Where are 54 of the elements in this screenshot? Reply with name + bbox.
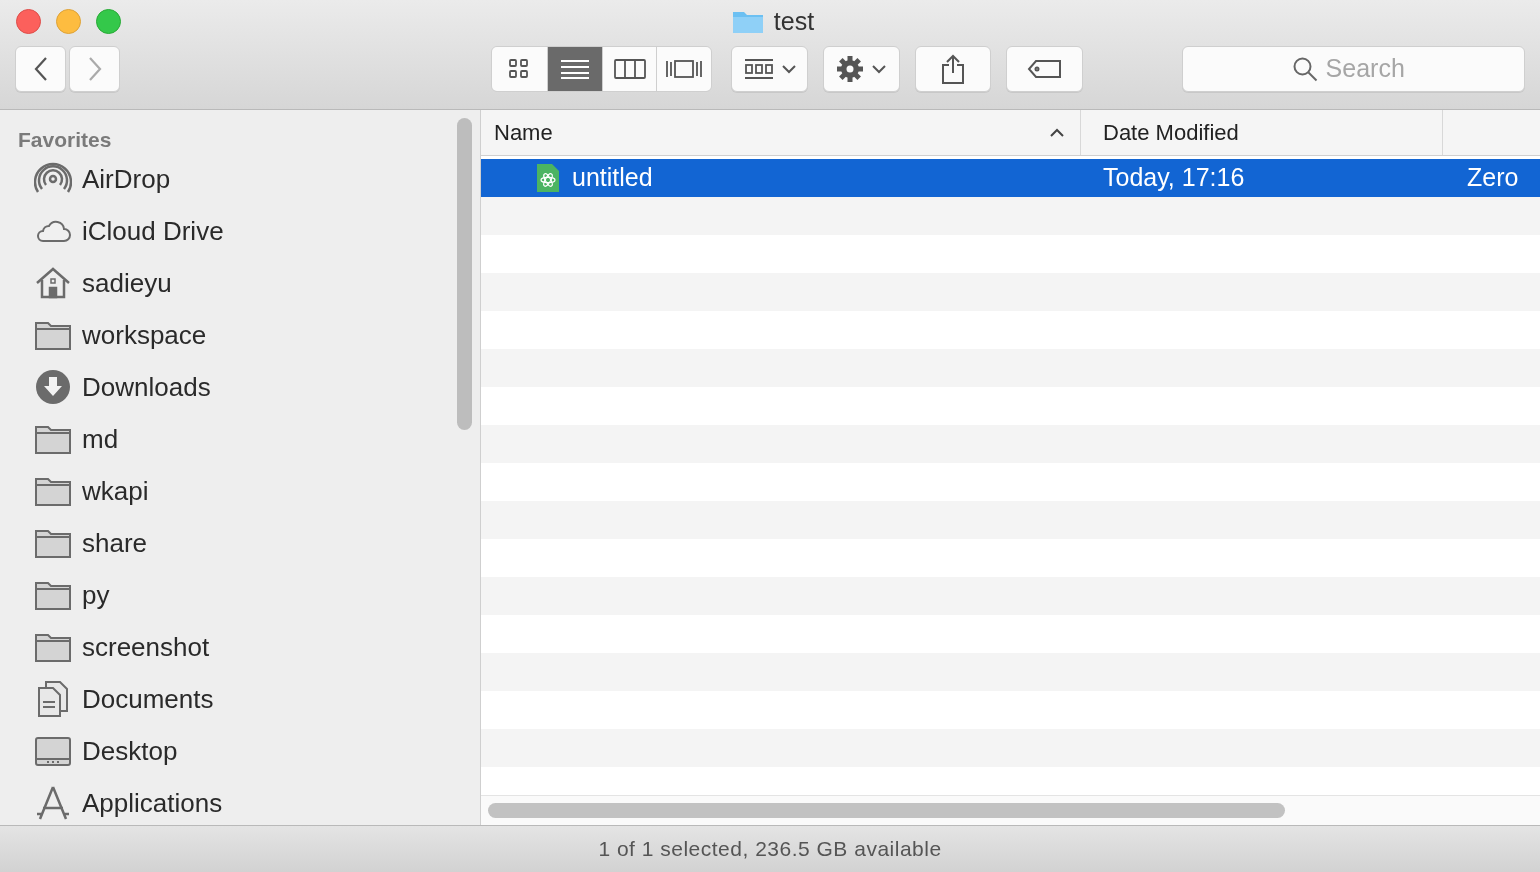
tag-button[interactable]: [1006, 46, 1084, 92]
sidebar-item[interactable]: md: [18, 413, 480, 465]
table-cell-text: Zero: [1466, 162, 1519, 194]
column-header[interactable]: Name: [481, 110, 1081, 155]
sidebar-item[interactable]: Desktop: [18, 725, 480, 777]
sidebar-item[interactable]: AirDrop: [18, 153, 480, 205]
sidebar-item[interactable]: iCloud Drive: [18, 205, 480, 257]
view-mode-button[interactable]: [656, 47, 712, 91]
sidebar-item[interactable]: screenshot: [18, 621, 480, 673]
sidebar-item[interactable]: Downloads: [18, 361, 480, 413]
download-icon: [34, 368, 72, 406]
folder-icon: [731, 10, 764, 34]
view-mode-button[interactable]: [492, 47, 547, 91]
sidebar-item[interactable]: sadieyu: [18, 257, 480, 309]
status-text: 1 of 1 selected, 236.5 GB available: [598, 836, 942, 863]
file-name: untitled: [572, 162, 653, 194]
sidebar-item[interactable]: wkapi: [18, 465, 480, 517]
list-icon: [559, 58, 590, 80]
sidebar-item[interactable]: workspace: [18, 309, 480, 361]
search-field[interactable]: Search: [1182, 46, 1525, 92]
sidebar-item[interactable]: Applications: [18, 777, 480, 825]
arrange-button[interactable]: [731, 46, 808, 92]
caret-icon: [872, 64, 887, 74]
back-button[interactable]: [15, 46, 66, 92]
search-icon: [1291, 56, 1318, 82]
tag-icon: [1026, 59, 1063, 79]
view-mode-button[interactable]: [546, 47, 602, 91]
chevron-right-icon: [87, 56, 102, 82]
cover-flow-icon: [665, 59, 704, 79]
arrange-icon: [743, 58, 774, 80]
sidebar-item[interactable]: Documents: [18, 673, 480, 725]
search-input[interactable]: Search: [1325, 50, 1416, 88]
view-mode-button[interactable]: [601, 47, 657, 91]
column-header[interactable]: Date Modified: [1081, 110, 1443, 155]
share-icon: [941, 54, 966, 84]
columns-icon: [613, 59, 646, 79]
scrollbar-thumb[interactable]: [488, 803, 1285, 818]
file-icon: [536, 163, 560, 193]
sidebar-item[interactable]: share: [18, 517, 480, 569]
table-cell-text: Today, 17:16: [1102, 162, 1246, 194]
grid-icon: [508, 58, 531, 80]
sort-ascending-icon: [1050, 128, 1064, 137]
scrollbar-thumb[interactable]: [457, 118, 472, 430]
file-row[interactable]: untitled Today, 17:16 Zero: [481, 159, 1540, 197]
caret-icon: [781, 64, 796, 74]
window-title: test: [773, 6, 815, 38]
applications-icon: [34, 784, 72, 822]
close-button[interactable]: [16, 9, 41, 34]
section-heading: Favorites: [18, 127, 113, 152]
action-button[interactable]: [822, 46, 900, 92]
share-button[interactable]: [914, 46, 992, 92]
gear-icon: [836, 55, 865, 83]
chevron-left-icon: [33, 56, 48, 82]
sidebar-item[interactable]: py: [18, 569, 480, 621]
